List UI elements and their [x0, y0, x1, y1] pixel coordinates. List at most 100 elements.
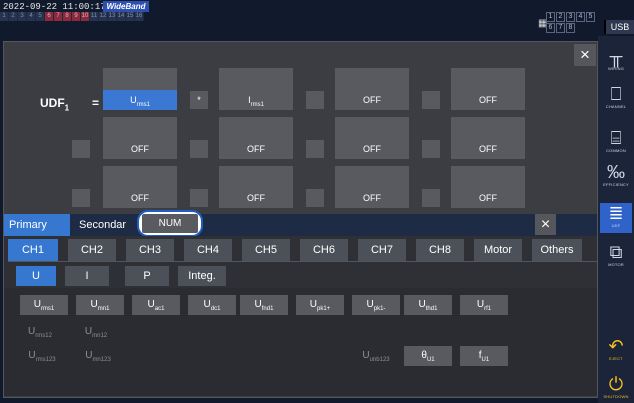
eject-icon: ↶ — [608, 336, 624, 356]
udf-operand-slot[interactable]: OFF — [335, 188, 409, 208]
quantity-tab-i[interactable]: I — [65, 266, 109, 286]
udf-operand-slot[interactable]: OFF — [103, 139, 177, 159]
udf-operand-slot[interactable]: Irms1 — [219, 90, 293, 110]
close-dialog-button[interactable]: × — [574, 44, 596, 66]
channel-number: 7 — [556, 23, 565, 33]
param-main: U — [309, 299, 318, 310]
tab-secondary[interactable]: Secondar — [74, 214, 138, 236]
tab-ch8[interactable]: CH8 — [416, 239, 464, 261]
quantity-tab-u[interactable]: U — [16, 266, 56, 286]
udf-operand-main: OFF — [363, 95, 381, 105]
tab-primary[interactable]: Primary — [4, 214, 70, 236]
channel-strip-cell: 8 — [63, 12, 72, 21]
sidebar-item-channel[interactable]: ⎕ CHANNEL — [600, 84, 632, 114]
param-button[interactable]: Urms1 — [20, 295, 68, 315]
tab-motor[interactable]: Motor — [474, 239, 522, 261]
channel-strip: 1 2 3 4 5 6 7 8 9 10 11 12 13 14 15 16 — [0, 12, 152, 32]
tab-ch7[interactable]: CH7 — [358, 239, 406, 261]
udf-slot-top — [451, 117, 525, 139]
udf-operand-slot[interactable]: OFF — [451, 90, 525, 110]
param-button[interactable]: θU1 — [404, 346, 452, 366]
num-button[interactable]: NUM — [142, 214, 198, 233]
channel-strip-cell: 4 — [27, 12, 36, 21]
param-button[interactable]: fU1 — [460, 346, 508, 366]
udf-slot-top — [103, 68, 177, 90]
udf-operator-button[interactable] — [72, 140, 90, 158]
param-sub: rms1 — [40, 306, 55, 312]
udf-operand-slot[interactable]: OFF — [219, 188, 293, 208]
sidebar-item-label: MOTOR — [608, 262, 624, 267]
sidebar-item-udf[interactable]: ≣ UDF — [600, 203, 632, 233]
param-button[interactable]: Ufnd1 — [240, 295, 288, 315]
param-button[interactable]: Uac1 — [132, 295, 180, 315]
channel-strip-cell: 7 — [54, 12, 63, 21]
sidebar-item-efficiency[interactable]: ‰ EFFICIENCY — [600, 162, 632, 192]
udf-operand-slot[interactable]: OFF — [335, 139, 409, 159]
channel-strip-cell: 5 — [36, 12, 45, 21]
tab-ch2[interactable]: CH2 — [68, 239, 116, 261]
udf-operator-button[interactable] — [422, 91, 440, 109]
sidebar-item-common[interactable]: ⌸ COMMON — [600, 128, 632, 158]
sidebar-item-wiring[interactable]: ╥ WIRING — [600, 46, 632, 76]
udf-operator-button[interactable] — [306, 91, 324, 109]
efficiency-icon: ‰ — [607, 162, 625, 182]
sidebar-item-label: SHUTDOWN — [603, 394, 629, 399]
udf-operand-main: OFF — [479, 95, 497, 105]
udf-operator-button[interactable] — [306, 189, 324, 207]
param-sub: unb123 — [369, 357, 390, 363]
param-sub: rf1 — [484, 306, 492, 312]
param-main: U — [362, 350, 370, 361]
param-button[interactable]: Udc1 — [188, 295, 236, 315]
udf-operator-button[interactable] — [422, 189, 440, 207]
channel-strip-cell: 12 — [99, 12, 108, 21]
udf-slot-top — [335, 166, 409, 188]
channel-number-grid: 12345 678 — [546, 12, 600, 34]
param-main: U — [254, 299, 262, 310]
quantity-tab-p[interactable]: P — [125, 266, 169, 286]
udf-operand-slot[interactable]: Urms1 — [103, 90, 177, 110]
tab-ch6[interactable]: CH6 — [300, 239, 348, 261]
sidebar-item-eject[interactable]: ↶ EJECT — [600, 336, 632, 366]
udf-operand-main: OFF — [247, 144, 265, 154]
channel-number: 2 — [556, 12, 565, 22]
param-button[interactable]: Upk1- — [352, 295, 400, 315]
sidebar-item-label: EFFICIENCY — [603, 182, 629, 187]
udf-operand-slot[interactable]: OFF — [451, 139, 525, 159]
param-sub: mn1 — [97, 306, 110, 312]
tab-ch1[interactable]: CH1 — [8, 239, 58, 261]
channel-strip-cell: 3 — [18, 12, 27, 21]
datetime: 2022-09-22 11:00:17 — [3, 2, 106, 12]
param-button[interactable]: Upk1+ — [296, 295, 344, 315]
tab-ch3[interactable]: CH3 — [126, 239, 174, 261]
tab-ch4[interactable]: CH4 — [184, 239, 232, 261]
udf-operator-button[interactable]: * — [190, 91, 208, 109]
udf-operator-button[interactable] — [422, 140, 440, 158]
sidebar-item-shutdown[interactable]: ⏻ SHUTDOWN — [600, 374, 632, 403]
udf-operand-main: OFF — [131, 144, 149, 154]
tab-ch5[interactable]: CH5 — [242, 239, 290, 261]
quantity-tab-integ[interactable]: Integ. — [178, 266, 226, 286]
udf-label: UDF1 — [40, 96, 69, 112]
param-sub: dc1 — [210, 306, 221, 312]
channel-number: 4 — [576, 12, 585, 22]
tab-others[interactable]: Others — [532, 239, 582, 261]
channel-number: 1 — [546, 12, 555, 22]
udf-operand-slot[interactable]: OFF — [219, 139, 293, 159]
udf-operand-slot[interactable]: OFF — [451, 188, 525, 208]
udf-operand-slot[interactable]: OFF — [335, 90, 409, 110]
param-button[interactable]: Urf1 — [460, 295, 508, 315]
param-sub: rms12 — [35, 333, 52, 339]
udf-operator-button[interactable] — [190, 189, 208, 207]
param-button[interactable]: Uthd1 — [404, 295, 452, 315]
sidebar-item-label: COMMON — [606, 148, 626, 153]
channel-strip-cell: 2 — [9, 12, 18, 21]
sidebar-item-motor[interactable]: ⧉ MOTOR — [600, 242, 632, 272]
param-button[interactable]: Umn1 — [76, 295, 124, 315]
udf-operator-button[interactable] — [72, 189, 90, 207]
channel-strip-cell: 6 — [45, 12, 54, 21]
udf-operator-button[interactable] — [190, 140, 208, 158]
udf-operator-button[interactable] — [306, 140, 324, 158]
udf-operand-slot[interactable]: OFF — [103, 188, 177, 208]
close-selector-button[interactable]: × — [535, 214, 556, 235]
param-disabled: Umn12 — [72, 322, 120, 342]
